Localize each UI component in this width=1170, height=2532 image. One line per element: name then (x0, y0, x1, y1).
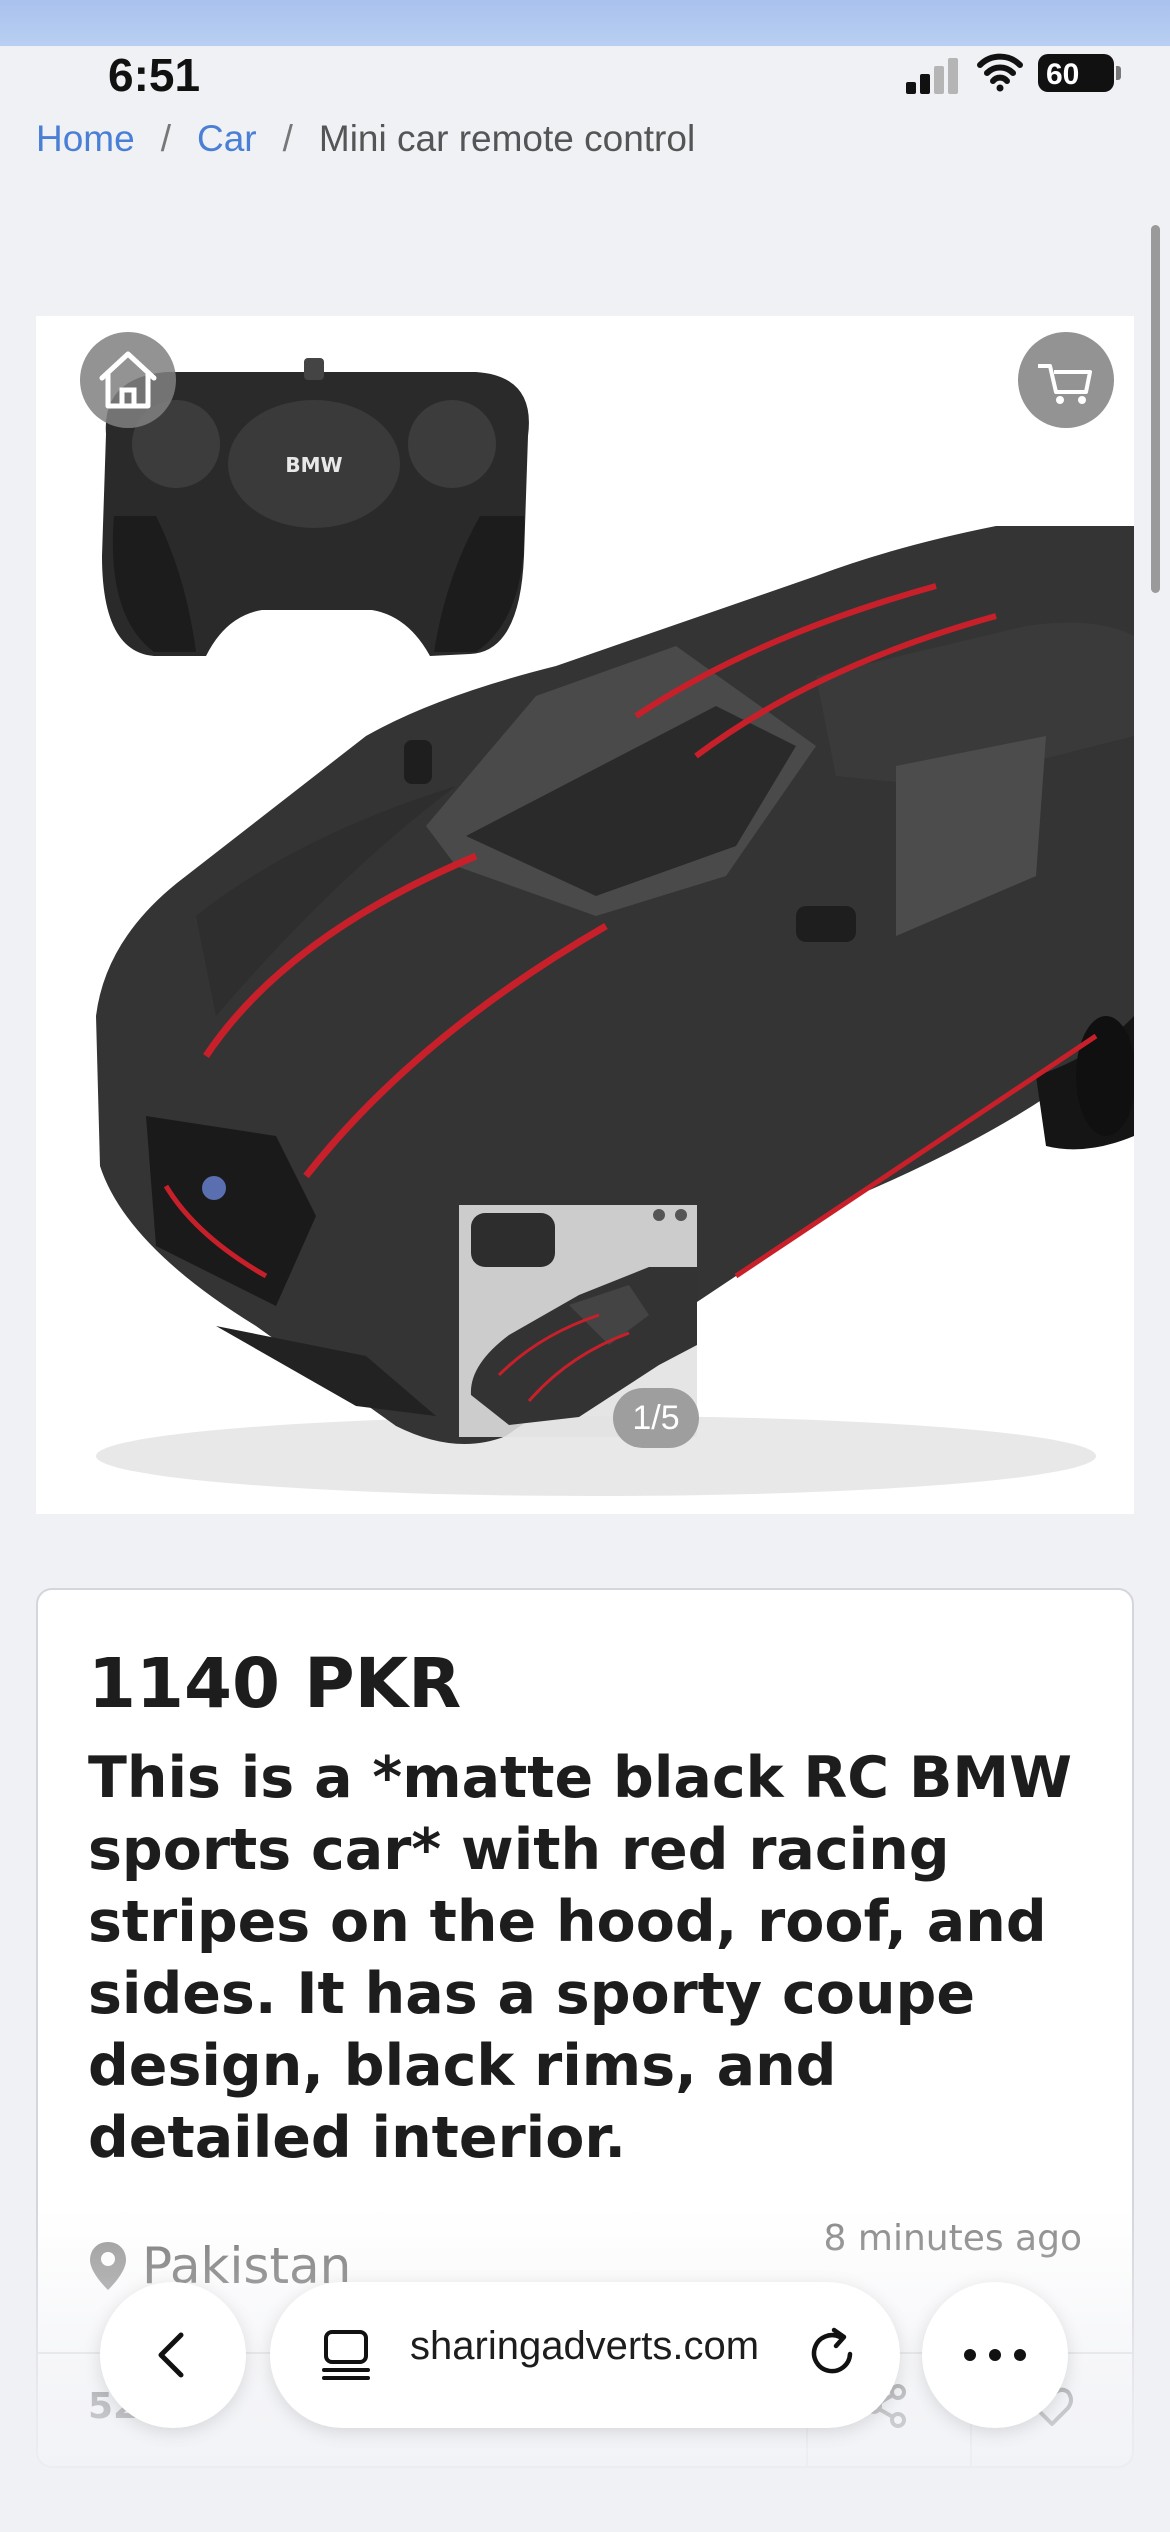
reload-icon[interactable] (804, 2324, 862, 2382)
cellular-signal-icon (906, 54, 962, 94)
breadcrumb-current: Mini car remote control (318, 118, 696, 159)
wifi-icon (977, 53, 1023, 92)
breadcrumb-separator: / (160, 118, 171, 159)
svg-text:BMW: BMW (285, 453, 342, 477)
browser-toolbar: sharingadverts.com (0, 2282, 1170, 2432)
battery-icon: 60 (1038, 54, 1114, 92)
battery-level: 60 (1046, 58, 1080, 91)
back-button[interactable] (100, 2282, 246, 2428)
status-bar: 6:51 60 (0, 46, 1170, 106)
page-scrollbar[interactable] (1151, 225, 1160, 593)
address-bar[interactable]: sharingadverts.com (270, 2282, 900, 2428)
top-strip (0, 0, 1170, 46)
more-options-button[interactable] (922, 2282, 1068, 2428)
product-image-gallery[interactable]: BMW 1/5 (36, 316, 1134, 1514)
battery-cap (1116, 66, 1121, 80)
reader-mode-icon[interactable] (318, 2326, 374, 2382)
cart-icon (1038, 364, 1092, 404)
image-counter: 1/5 (613, 1388, 699, 1448)
breadcrumb-home-link[interactable]: Home (36, 118, 135, 159)
add-to-cart-button[interactable] (1018, 332, 1114, 428)
status-time: 6:51 (108, 49, 201, 101)
home-button[interactable] (80, 332, 176, 428)
product-price: 1140 PKR (88, 1644, 462, 1724)
posted-time: 8 minutes ago (823, 2218, 1082, 2259)
home-icon (99, 351, 157, 409)
url-text: sharingadverts.com (410, 2324, 760, 2368)
breadcrumb-separator: / (282, 118, 293, 159)
breadcrumb: Home / Car / Mini car remote control (36, 118, 695, 160)
more-dots-icon (964, 2349, 1026, 2361)
chevron-left-icon (158, 2332, 184, 2378)
breadcrumb-car-link[interactable]: Car (197, 118, 257, 159)
product-description: This is a *matte black RC BMW sports car… (88, 1745, 1073, 2171)
